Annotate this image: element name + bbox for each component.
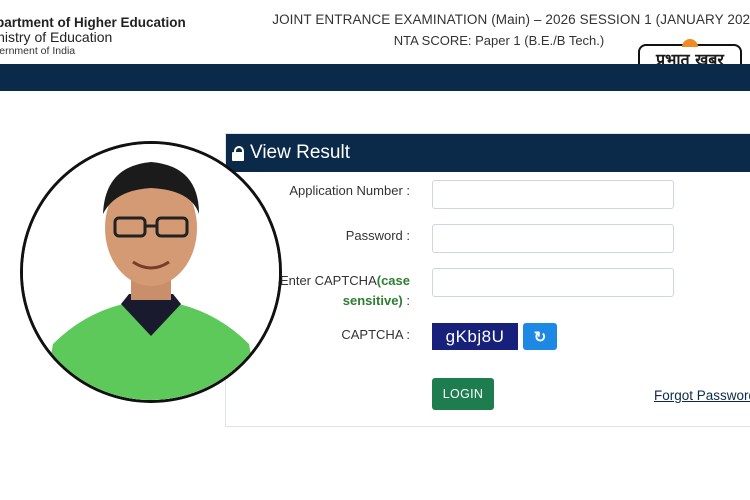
captcha-label: CAPTCHA : [341,327,410,342]
login-button[interactable]: LOGIN [432,378,494,410]
captcha-input-colon: : [402,293,410,308]
password-input[interactable] [432,224,674,253]
captcha-input[interactable] [432,268,674,297]
header-center: JOINT ENTRANCE EXAMINATION (Main) – 2026… [270,12,750,48]
refresh-captcha-button[interactable]: ↻ [523,323,557,350]
sensitive-label: sensitive) [342,293,403,308]
student-portrait-icon [23,144,279,400]
panel-title: View Result [250,142,350,163]
exam-title: JOINT ENTRANCE EXAMINATION (Main) – 2026… [272,12,750,27]
department-name: partment of Higher Education [0,15,186,30]
captcha-input-label-text: Enter CAPTCHA [279,273,377,288]
captcha-image: gKbj8U [432,323,518,350]
ministry-name: inistry of Education [0,29,113,45]
application-number-label: Application Number : [289,183,410,198]
view-result-panel: View Result Application Number : Passwor… [225,133,750,427]
application-number-input[interactable] [432,180,674,209]
case-label: (case [376,273,410,288]
government-name: vernment of India [0,45,76,57]
student-photo [20,141,282,403]
password-label: Password : [345,228,410,243]
panel-header: View Result [226,134,750,172]
refresh-icon: ↻ [533,328,547,346]
captcha-input-label: Enter CAPTCHA(case sensitive) : [270,271,410,311]
lock-icon [232,146,244,161]
navigation-bar [0,64,750,91]
header-left: partment of Higher Education inistry of … [0,16,186,58]
forgot-password-link[interactable]: Forgot Password [654,388,750,403]
